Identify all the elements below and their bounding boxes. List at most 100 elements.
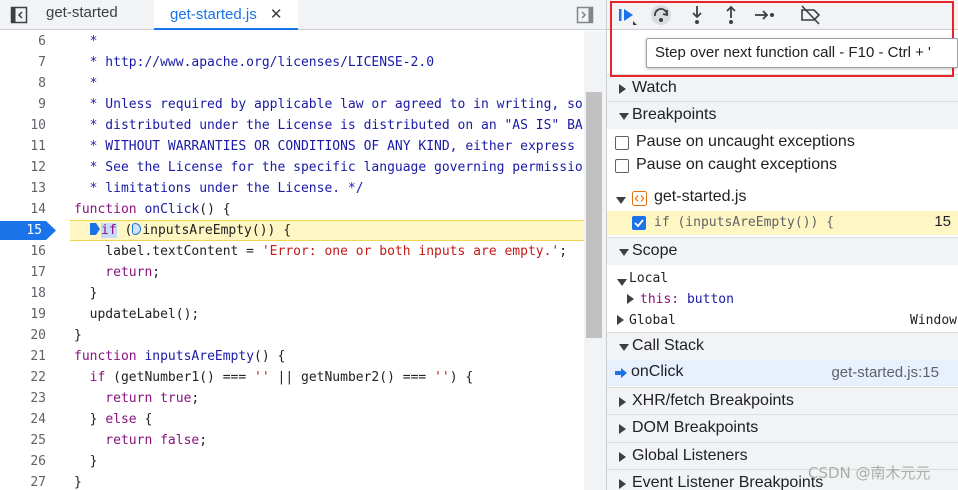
breakpoint-checkbox[interactable] bbox=[632, 216, 646, 230]
code-line: 16 label.textContent = 'Error: one or bo… bbox=[0, 241, 584, 262]
section-label: Watch bbox=[632, 79, 677, 96]
line-number[interactable]: 24 bbox=[0, 409, 58, 430]
source-panel: get-started get-started.js ✕ 6 * 7 * http… bbox=[0, 0, 606, 490]
code-text: * bbox=[74, 34, 98, 49]
code-text: return true; bbox=[74, 391, 200, 406]
line-number[interactable]: 21 bbox=[0, 346, 58, 367]
line-number[interactable]: 26 bbox=[0, 451, 58, 472]
scope-this-key: this: bbox=[640, 292, 680, 307]
pause-caught-checkbox[interactable] bbox=[615, 159, 629, 173]
line-number[interactable]: 20 bbox=[0, 325, 58, 346]
tab-get-started-js[interactable]: get-started.js ✕ bbox=[154, 0, 299, 30]
code-text: } bbox=[74, 454, 98, 469]
code-text: * See the License for the specific langu… bbox=[74, 160, 583, 175]
pause-uncaught-checkbox[interactable] bbox=[615, 136, 629, 150]
js-file-icon bbox=[632, 191, 647, 206]
section-dom-breakpoints[interactable]: DOM Breakpoints bbox=[607, 414, 958, 442]
line-number[interactable]: 25 bbox=[0, 430, 58, 451]
tab-get-started[interactable]: get-started bbox=[46, 4, 118, 21]
inline-breakpoint-icon[interactable] bbox=[90, 223, 100, 235]
scope-local[interactable]: Local bbox=[607, 268, 958, 289]
editor-scrollbar-thumb[interactable] bbox=[586, 92, 602, 338]
expand-icon bbox=[619, 479, 626, 489]
debugger-toggle-icon[interactable] bbox=[576, 6, 594, 24]
line-number[interactable]: 6 bbox=[0, 31, 58, 52]
code-line: 26 } bbox=[0, 451, 584, 472]
code-line: 21 function inputsAreEmpty() { bbox=[0, 346, 584, 367]
expand-icon bbox=[627, 294, 634, 304]
code-text: } bbox=[74, 328, 82, 343]
navigator-toggle-icon[interactable] bbox=[10, 6, 28, 24]
code-line: 17 return; bbox=[0, 262, 584, 283]
code-text: * bbox=[74, 76, 98, 91]
section-label: Call Stack bbox=[632, 337, 705, 354]
line-number[interactable]: 16 bbox=[0, 241, 58, 262]
section-label: Global Listeners bbox=[632, 447, 748, 464]
line-number[interactable]: 9 bbox=[0, 94, 58, 115]
line-number[interactable]: 17 bbox=[0, 262, 58, 283]
line-number[interactable]: 19 bbox=[0, 304, 58, 325]
expand-icon bbox=[619, 452, 626, 462]
scope-global[interactable]: Global Window bbox=[607, 310, 958, 331]
breakpoint-item[interactable]: if (inputsAreEmpty()) { 15 bbox=[607, 211, 958, 235]
code-line: 9 * Unless required by applicable law or… bbox=[0, 94, 584, 115]
code-line: 6 * bbox=[0, 31, 584, 52]
code-line: 7 * http://www.apache.org/licenses/LICEN… bbox=[0, 52, 584, 73]
call-frame-name: onClick bbox=[631, 363, 684, 380]
call-frame-onclick[interactable]: onClick get-started.js:15 bbox=[607, 360, 958, 386]
line-number[interactable]: 8 bbox=[0, 73, 58, 94]
expand-icon bbox=[617, 315, 624, 325]
code-text: function inputsAreEmpty() { bbox=[74, 349, 286, 364]
inline-step-marker-icon[interactable] bbox=[132, 223, 142, 235]
line-number[interactable]: 10 bbox=[0, 115, 58, 136]
line-number[interactable]: 11 bbox=[0, 136, 58, 157]
editor-tab-bar: get-started get-started.js ✕ bbox=[0, 0, 606, 30]
code-editor[interactable]: 6 * 7 * http://www.apache.org/licenses/LI… bbox=[0, 31, 584, 490]
breakpoint-file-row[interactable]: get-started.js bbox=[607, 186, 958, 210]
section-breakpoints[interactable]: Breakpoints bbox=[607, 101, 958, 129]
code-text: * WITHOUT WARRANTIES OR CONDITIONS OF AN… bbox=[74, 139, 575, 154]
code-line: 19 updateLabel(); bbox=[0, 304, 584, 325]
pause-caught-row[interactable]: Pause on caught exceptions bbox=[607, 155, 958, 178]
scope-this[interactable]: this: button bbox=[607, 289, 958, 310]
pause-uncaught-row[interactable]: Pause on uncaught exceptions bbox=[607, 132, 958, 155]
line-number[interactable]: 22 bbox=[0, 367, 58, 388]
step-over-tooltip: Step over next function call - F10 - Ctr… bbox=[646, 38, 958, 68]
code-line: 14 function onClick() { bbox=[0, 199, 584, 220]
line-number[interactable]: 15 bbox=[0, 220, 56, 241]
section-watch[interactable]: Watch bbox=[607, 74, 958, 102]
code-text: if (inputsAreEmpty()) { bbox=[90, 220, 291, 241]
collapse-icon bbox=[619, 113, 629, 120]
line-number[interactable]: 18 bbox=[0, 283, 58, 304]
line-number[interactable]: 13 bbox=[0, 178, 58, 199]
call-frame-location[interactable]: get-started.js:15 bbox=[831, 364, 939, 381]
code-line: 11 * WITHOUT WARRANTIES OR CONDITIONS OF… bbox=[0, 136, 584, 157]
code-line: 15 if (inputsAreEmpty()) { bbox=[0, 220, 584, 241]
watermark: CSDN @南木元元 bbox=[808, 464, 931, 482]
section-scope[interactable]: Scope bbox=[607, 237, 958, 265]
expand-icon bbox=[619, 397, 626, 407]
code-text: if (getNumber1() === '' || getNumber2() … bbox=[74, 370, 474, 385]
code-text: updateLabel(); bbox=[74, 307, 200, 322]
current-frame-arrow-icon bbox=[615, 368, 627, 378]
code-text: } bbox=[74, 286, 98, 301]
section-label: Event Listener Breakpoints bbox=[632, 474, 824, 490]
line-number[interactable]: 27 bbox=[0, 472, 58, 490]
code-line: 10 * distributed under the License is di… bbox=[0, 115, 584, 136]
code-text: * distributed under the License is distr… bbox=[74, 118, 583, 133]
scope-global-value: Window bbox=[910, 313, 957, 328]
code-text: * http://www.apache.org/licenses/LICENSE… bbox=[74, 55, 435, 70]
line-number[interactable]: 23 bbox=[0, 388, 58, 409]
line-number[interactable]: 7 bbox=[0, 52, 58, 73]
code-line: 18 } bbox=[0, 283, 584, 304]
code-text: label.textContent = 'Error: one or both … bbox=[74, 244, 568, 259]
code-line: 23 return true; bbox=[0, 388, 584, 409]
section-call-stack[interactable]: Call Stack bbox=[607, 332, 958, 360]
section-xhr-breakpoints[interactable]: XHR/fetch Breakpoints bbox=[607, 387, 958, 415]
line-number[interactable]: 12 bbox=[0, 157, 58, 178]
line-number[interactable]: 14 bbox=[0, 199, 58, 220]
code-text: function onClick() { bbox=[74, 202, 231, 217]
section-label: Scope bbox=[632, 242, 678, 259]
close-icon[interactable]: ✕ bbox=[270, 5, 283, 23]
scope-this-value: button bbox=[686, 292, 734, 307]
